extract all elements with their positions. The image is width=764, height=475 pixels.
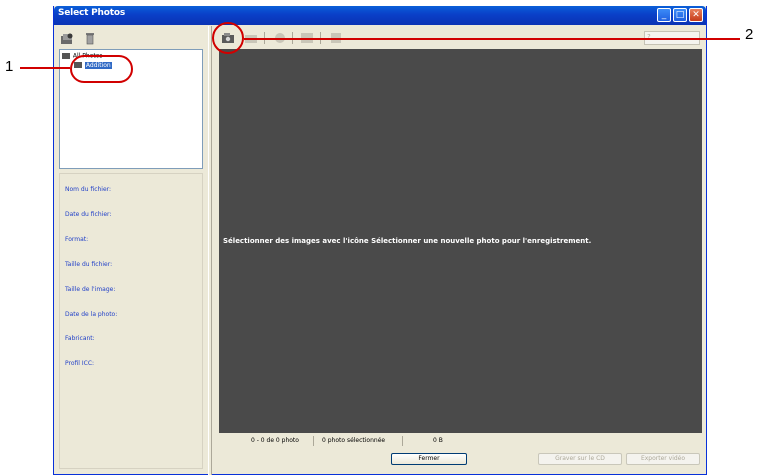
select-photos-window: Select Photos _ □ ✕ All Photos Addition bbox=[53, 6, 707, 475]
callout-line-1 bbox=[20, 67, 70, 69]
export-video-button[interactable]: Exporter vidéo bbox=[626, 453, 700, 465]
callout-circle-2 bbox=[212, 22, 244, 54]
info-label-file-date: Date du fichier: bbox=[65, 211, 112, 218]
burn-cd-button[interactable]: Graver sur le CD bbox=[538, 453, 622, 465]
status-size: 0 B bbox=[433, 437, 443, 444]
info-label-format: Format: bbox=[65, 236, 89, 243]
info-label-manufacturer: Fabricant: bbox=[65, 335, 95, 342]
title-bar[interactable]: Select Photos _ □ ✕ bbox=[54, 6, 706, 25]
add-folder-icon[interactable] bbox=[60, 32, 74, 46]
info-label-icc-profile: Profil ICC: bbox=[65, 360, 95, 367]
close-window-button[interactable]: ✕ bbox=[689, 8, 703, 22]
callout-number-2: 2 bbox=[745, 26, 754, 43]
status-separator bbox=[402, 436, 403, 446]
window-title: Select Photos bbox=[58, 8, 125, 18]
photos-folder-icon bbox=[62, 53, 70, 59]
status-separator bbox=[313, 436, 314, 446]
info-label-image-size: Taille de l'image: bbox=[65, 286, 116, 293]
callout-number-1: 1 bbox=[5, 58, 14, 75]
maximize-button[interactable]: □ bbox=[673, 8, 687, 22]
photo-viewer[interactable]: Sélectionner des images avec l'icône Sél… bbox=[219, 49, 702, 433]
panel-splitter[interactable] bbox=[208, 26, 212, 475]
info-label-photo-date: Date de la photo: bbox=[65, 311, 118, 318]
viewer-message: Sélectionner des images avec l'icône Sél… bbox=[223, 237, 592, 245]
trash-icon[interactable] bbox=[83, 31, 97, 45]
info-label-file-size: Taille du fichier: bbox=[65, 261, 113, 268]
status-photo-count: 0 - 0 de 0 photo bbox=[251, 437, 299, 444]
info-label-filename: Nom du fichier: bbox=[65, 186, 112, 193]
status-bar: 0 - 0 de 0 photo 0 photo sélectionnée 0 … bbox=[219, 434, 702, 448]
callout-circle-1 bbox=[70, 55, 133, 83]
status-selected: 0 photo sélectionnée bbox=[322, 437, 386, 444]
left-toolbar bbox=[56, 27, 206, 49]
minimize-button[interactable]: _ bbox=[657, 8, 671, 22]
close-button[interactable]: Fermer bbox=[391, 453, 467, 465]
callout-line-2 bbox=[244, 38, 740, 40]
file-info-panel: Nom du fichier: Date du fichier: Format:… bbox=[59, 173, 203, 469]
